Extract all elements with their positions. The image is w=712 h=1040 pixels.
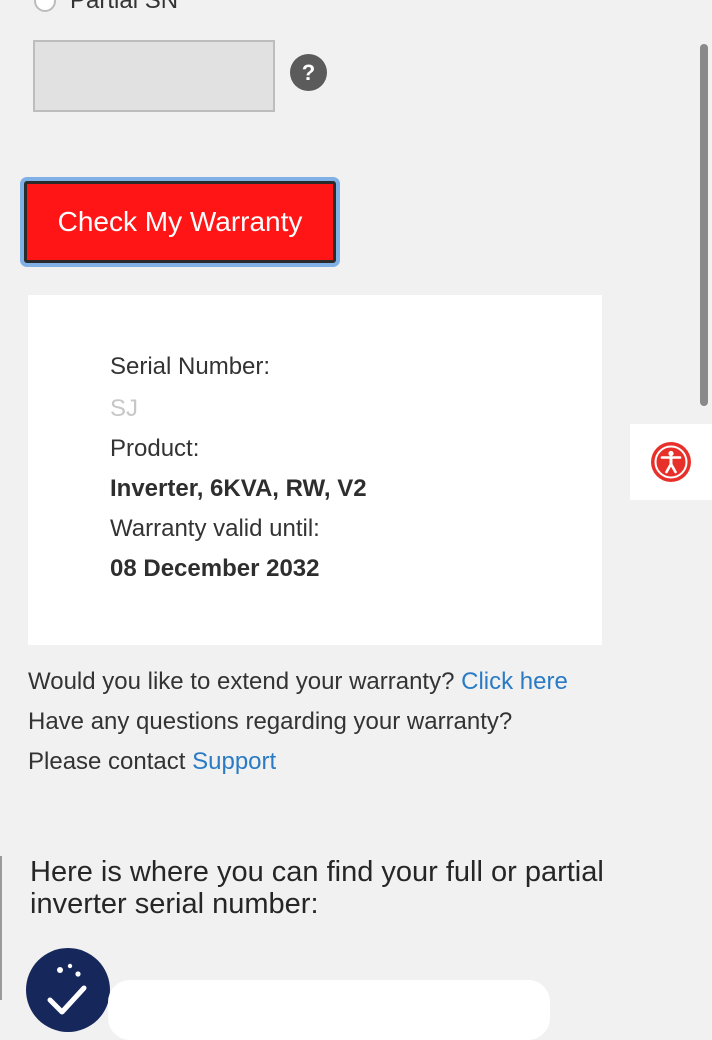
extend-warranty-link[interactable]: Click here — [461, 668, 568, 695]
checklist-badge-icon — [26, 948, 110, 1032]
questions-line: Have any questions regarding your warran… — [28, 708, 513, 735]
contact-prefix: Please contact — [28, 748, 193, 775]
section-divider — [0, 856, 2, 1000]
warranty-valid-label: Warranty valid until: — [110, 515, 320, 542]
question-circle-icon[interactable]: ? — [290, 54, 327, 91]
serial-number-value: SJ — [110, 395, 139, 422]
support-link[interactable]: Support — [192, 748, 276, 775]
accessibility-icon[interactable] — [650, 441, 692, 483]
serial-number-label: Serial Number: — [110, 353, 271, 380]
warranty-result-card: Serial Number: SJ Product: Inverter, 6KV… — [28, 295, 602, 645]
scrollbar-thumb[interactable] — [700, 44, 708, 406]
extend-warranty-question: Would you like to extend your warranty? — [28, 668, 462, 695]
warranty-valid-value: 08 December 2032 — [110, 555, 320, 582]
check-warranty-button[interactable]: Check My Warranty — [24, 181, 336, 263]
serial-number-input[interactable] — [33, 40, 275, 112]
instruction-card — [108, 980, 550, 1040]
partial-sn-radio[interactable] — [34, 0, 56, 12]
partial-sn-option[interactable]: Partial SN — [34, 0, 178, 16]
product-value: Inverter, 6KVA, RW, V2 — [110, 475, 367, 502]
extend-warranty-line: Would you like to extend your warranty? … — [28, 668, 568, 696]
accessibility-panel[interactable] — [630, 424, 712, 500]
partial-sn-label: Partial SN — [70, 0, 179, 14]
find-serial-heading: Here is where you can find your full or … — [30, 856, 604, 920]
product-label: Product: — [110, 435, 200, 462]
contact-support-line: Please contact Support — [28, 748, 276, 776]
